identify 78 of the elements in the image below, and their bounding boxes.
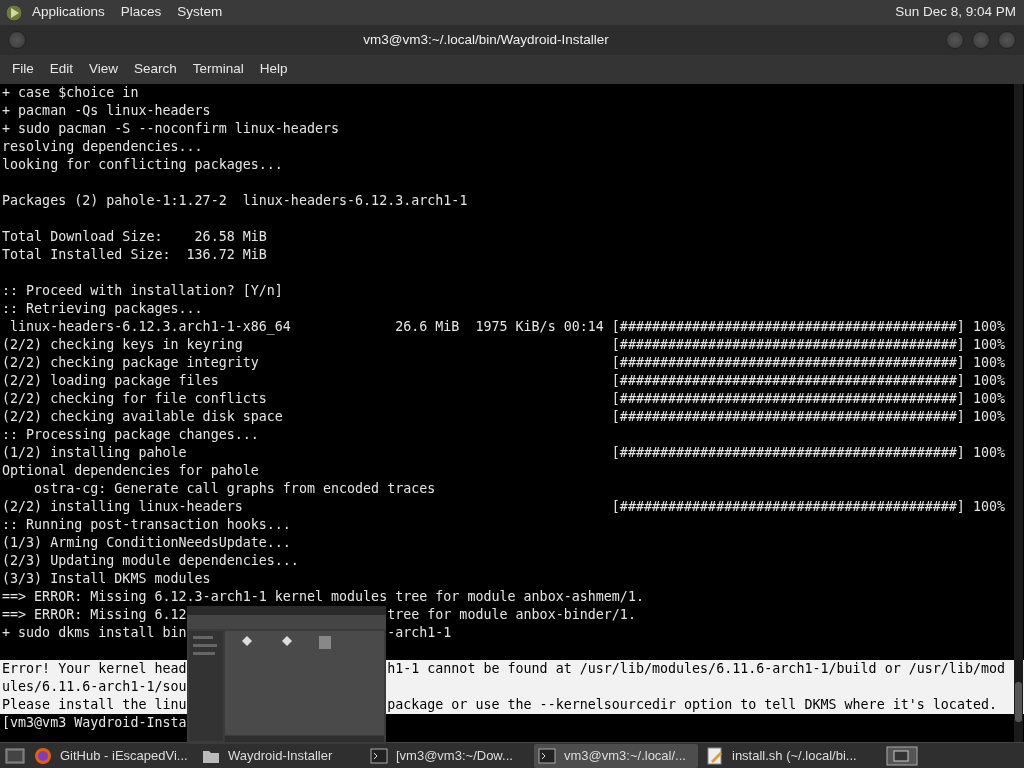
terminal-line: Please install the linu — [2, 697, 187, 712]
terminal-line: (2/2) installing linux-headers — [2, 499, 243, 514]
terminal-line: :: Processing package changes... — [2, 426, 259, 444]
percent-text: 100% — [972, 372, 1006, 390]
menu-item[interactable]: Terminal — [184, 59, 252, 80]
percent-text: 100% — [972, 318, 1006, 336]
scrollbar[interactable] — [1014, 84, 1023, 742]
text-editor-icon — [706, 746, 724, 765]
menu-item[interactable]: Help — [251, 59, 296, 80]
terminal-line: Packages (2) pahole-1:1.27-2 linux-headers-6.12.3.arch1-1 — [2, 192, 468, 210]
terminal-line: Total Installed Size: 136.72 MiB — [2, 246, 267, 264]
terminal-line: Optional dependencies for pahole — [2, 462, 259, 480]
progress-bar-text: [##########################################] — [611, 318, 965, 336]
terminal-line: package or use the --kernelsourcedir option to tell DKMS where it's located. — [387, 696, 997, 714]
terminal-line: (2/3) Updating module dependencies... — [2, 552, 299, 570]
clock: Sun Dec 8, 9:04 PM — [895, 3, 1017, 22]
terminal-line: Error! Your kernel head — [2, 661, 187, 676]
terminal-line: (1/3) Arming ConditionNeedsUpdate... — [2, 534, 291, 552]
taskbar-button[interactable]: install.sh (~/.local/bi... — [702, 743, 866, 768]
percent-text: 100% — [972, 390, 1006, 408]
percent-text: 100% — [972, 444, 1006, 462]
terminal-line: resolving dependencies... — [2, 138, 203, 156]
terminal-line: tree for module anbox-binder/1. — [387, 606, 636, 624]
terminal-line: (1/2) installing pahole — [2, 445, 187, 460]
percent-text: 100% — [972, 408, 1006, 426]
terminal-line: + sudo pacman -S --noconfirm linux-headers — [2, 120, 340, 138]
browser-icon — [34, 746, 52, 765]
taskbar-button[interactable]: Waydroid-Installer — [198, 743, 362, 768]
menu-item[interactable]: Edit — [41, 59, 82, 80]
minimize-button[interactable] — [946, 31, 964, 49]
terminal-line: ==> ERROR: Missing 6.12.3-arch1-1 kernel modules tree for module anbox-ashmem/1. — [2, 588, 644, 606]
scrollbar-thumb[interactable] — [1015, 682, 1022, 722]
terminal-line: :: Proceed with installation? [Y/n] — [2, 282, 283, 300]
terminal-line: (3/3) Install DKMS modules — [2, 570, 211, 588]
terminal-line: :: Retrieving packages... — [2, 300, 203, 318]
panel-menu[interactable]: Applications — [32, 2, 105, 23]
terminal-line: looking for conflicting packages... — [2, 156, 283, 174]
terminal-line: linux-headers-6.12.3.arch1-1-x86_64 26.6 MiB 1975 KiB/s 00:14 — [9, 319, 604, 334]
terminal-line: + case $choice in — [2, 84, 139, 102]
terminal-line: (2/2) checking keys in keyring — [2, 337, 243, 352]
taskbar-button[interactable]: [vm3@vm3:~/Dow... — [366, 743, 530, 768]
terminal-line: ules/6.11.6-arch1-1/sou — [2, 679, 187, 694]
progress-bar-text: [##########################################] — [611, 390, 965, 408]
terminal-line: (2/2) checking package integrity — [2, 355, 259, 370]
terminal-line: (2/2) checking available disk space — [2, 409, 283, 424]
progress-bar-text: [##########################################] — [611, 372, 965, 390]
terminal-icon — [370, 746, 388, 765]
percent-text: 100% — [972, 354, 1006, 372]
progress-bar-text: [##########################################] — [611, 408, 965, 426]
terminal-line: h1-1 cannot be found at /usr/lib/modules/6.11.6-arch1-1/build or /usr/lib/mod — [387, 660, 1006, 678]
terminal-icon — [538, 746, 556, 765]
progress-bar-text: [##########################################] — [611, 354, 965, 372]
terminal-line: (2/2) loading package files — [2, 373, 219, 388]
terminal-line: + sudo dkms install bin — [2, 625, 187, 640]
terminal-line: :: Running post-transaction hooks... — [2, 516, 291, 534]
terminal-line: [vm3@vm3 Waydroid-Insta — [2, 715, 187, 730]
percent-text: 100% — [972, 336, 1006, 354]
terminal-line: ==> ERROR: Missing 6.12 — [2, 607, 187, 622]
window-menu-button[interactable] — [8, 31, 26, 49]
terminal-line: ostra-cg: Generate call graphs from encoded traces — [33, 480, 436, 498]
window-title: vm3@vm3:~/.local/bin/Waydroid-Installer — [362, 30, 610, 49]
terminal-line: + pacman -Qs linux-headers — [2, 102, 211, 120]
panel-menu[interactable]: System — [177, 2, 223, 23]
maximize-button[interactable] — [972, 31, 990, 49]
terminal-line: (2/2) checking for file conflicts — [2, 391, 267, 406]
menu-item[interactable]: File — [4, 59, 42, 80]
terminal-line: -arch1-1 — [387, 624, 452, 642]
taskbar-button[interactable]: GitHub - iEscapedVi... — [30, 743, 194, 768]
menu-item[interactable]: View — [81, 59, 127, 80]
progress-bar-text: [##########################################] — [611, 444, 965, 462]
panel-menu[interactable]: Places — [120, 2, 162, 23]
menu-item[interactable]: Search — [126, 59, 185, 80]
progress-bar-text: [##########################################] — [611, 498, 965, 516]
close-button[interactable] — [998, 31, 1016, 49]
progress-bar-text: [##########################################] — [611, 336, 965, 354]
percent-text: 100% — [972, 498, 1006, 516]
terminal-line: Total Download Size: 26.58 MiB — [2, 228, 267, 246]
taskbar-button[interactable]: vm3@vm3:~/.local/... — [534, 743, 698, 768]
